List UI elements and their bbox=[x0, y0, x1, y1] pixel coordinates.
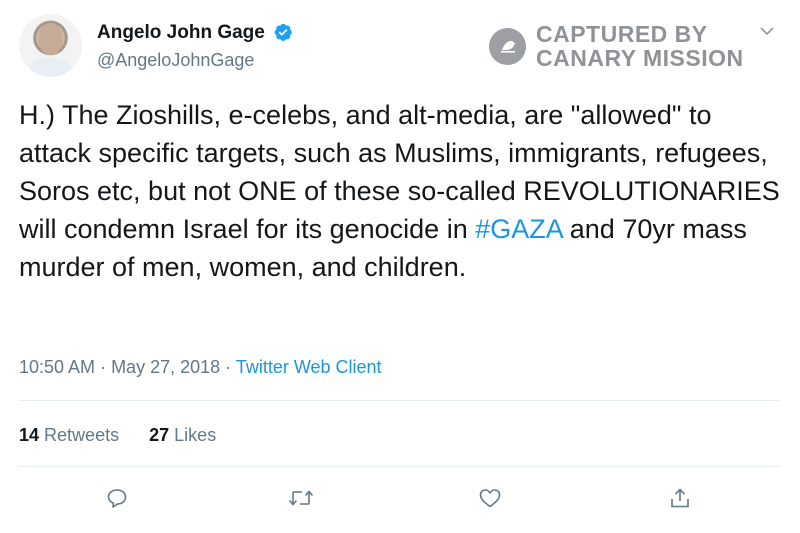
share-icon bbox=[671, 488, 689, 508]
share-button[interactable] bbox=[665, 483, 695, 513]
avatar-head bbox=[39, 23, 62, 55]
retweets-label: Retweets bbox=[44, 425, 120, 445]
like-icon bbox=[479, 489, 501, 508]
watermark-line2: CANARY MISSION bbox=[536, 45, 744, 71]
meta-separator: · bbox=[95, 357, 112, 377]
like-button[interactable] bbox=[475, 483, 505, 513]
watermark-line1: CAPTURED BY bbox=[536, 21, 708, 47]
avatar-shirt bbox=[29, 58, 72, 77]
author-handle[interactable]: @AngeloJohnGage bbox=[97, 50, 254, 70]
verified-badge-icon bbox=[274, 23, 292, 41]
meta-separator: · bbox=[220, 357, 236, 377]
tweet-text: H.) The Zioshills, e-celebs, and alt-med… bbox=[19, 96, 784, 286]
author-name[interactable]: Angelo John Gage bbox=[97, 22, 265, 44]
likes-count: 27 bbox=[149, 425, 170, 445]
divider bbox=[19, 400, 780, 401]
tweet-meta: 10:50 AM · May 27, 2018 · Twitter Web Cl… bbox=[19, 356, 382, 378]
retweets-count: 14 bbox=[19, 425, 40, 445]
canary-mission-watermark: CAPTURED BY CANARY MISSION bbox=[489, 20, 744, 72]
avatar[interactable] bbox=[19, 14, 82, 77]
retweet-icon bbox=[288, 490, 314, 506]
action-bar bbox=[0, 483, 800, 517]
likes-label: Likes bbox=[174, 425, 217, 445]
hashtag-link[interactable]: #GAZA bbox=[475, 214, 562, 244]
reply-button[interactable] bbox=[102, 483, 132, 513]
tweet-date[interactable]: May 27, 2018 bbox=[111, 357, 220, 377]
divider bbox=[19, 466, 780, 467]
tweet-stats: 14 Retweets 27 Likes bbox=[19, 424, 216, 446]
canary-bird-icon bbox=[489, 27, 526, 65]
tweet-time[interactable]: 10:50 AM bbox=[19, 357, 95, 377]
tweet-client-link[interactable]: Twitter Web Client bbox=[236, 357, 382, 377]
likes-stat[interactable]: 27 Likes bbox=[149, 425, 216, 445]
retweets-stat[interactable]: 14 Retweets bbox=[19, 425, 119, 445]
retweet-button[interactable] bbox=[286, 483, 316, 513]
chevron-down-icon[interactable] bbox=[758, 22, 776, 40]
reply-icon bbox=[107, 489, 127, 508]
